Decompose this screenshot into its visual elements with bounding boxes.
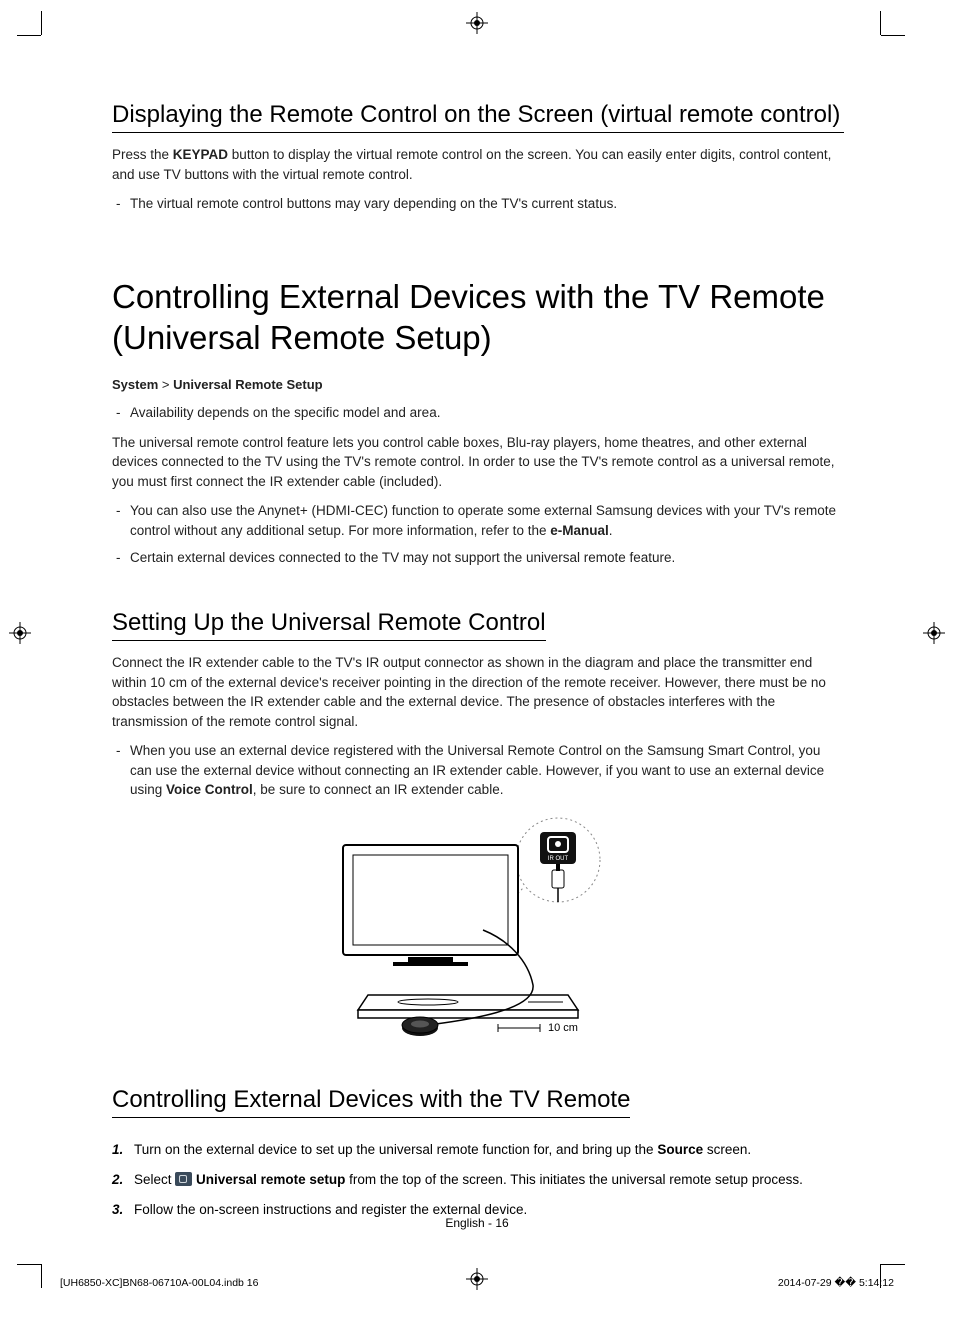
note-item: When you use an external device register… [112,741,844,800]
page-content: Displaying the Remote Control on the Scr… [112,100,844,1231]
registration-mark-icon [466,1268,488,1290]
registration-mark-icon [9,622,31,644]
ir-extender-diagram: IR OUT 10 cm [112,810,844,1055]
text: . [609,523,613,538]
keypad-label: KEYPAD [173,147,228,162]
registration-mark-icon [466,12,488,34]
page-footer-center: English - 16 [0,1216,954,1230]
crop-mark [17,35,41,36]
breadcrumb-system: System [112,377,158,392]
crop-mark [881,35,905,36]
text: from the top of the screen. This initiat… [345,1172,802,1187]
crop-mark [41,11,42,35]
note-item: You can also use the Anynet+ (HDMI-CEC) … [112,501,844,540]
breadcrumb-universal: Universal Remote Setup [173,377,323,392]
paragraph: The universal remote control feature let… [112,433,844,492]
ir-out-label: IR OUT [548,856,569,862]
text: Turn on the external device to set up th… [134,1142,657,1157]
crop-mark [880,11,881,35]
paragraph: Press the KEYPAD button to display the v… [112,145,844,184]
source-label: Source [657,1142,703,1157]
note-item: The virtual remote control buttons may v… [112,194,844,214]
page-footer-right: 2014-07-29 �� 5:14:12 [778,1277,894,1289]
registration-mark-icon [923,622,945,644]
note-item: Availability depends on the specific mod… [112,403,844,423]
universal-remote-setup-label: Universal remote setup [196,1172,345,1187]
paragraph: Connect the IR extender cable to the TV'… [112,653,844,731]
step-item: Select Universal remote setup from the t… [112,1170,844,1190]
text: Press the [112,147,173,162]
distance-label: 10 cm [548,1022,578,1034]
page-footer-left: [UH6850-XC]BN68-06710A-00L04.indb 16 [60,1277,258,1289]
heading-virtual-remote: Displaying the Remote Control on the Scr… [112,100,844,133]
heading-universal-remote-setup: Controlling External Devices with the TV… [112,276,844,359]
step-item: Turn on the external device to set up th… [112,1140,844,1160]
crop-mark [17,1264,41,1265]
emanual-label: e-Manual [550,523,609,538]
text: You can also use the Anynet+ (HDMI-CEC) … [130,503,836,538]
heading-controlling-external: Controlling External Devices with the TV… [112,1085,630,1118]
breadcrumb-sep: > [158,377,173,392]
heading-setting-up: Setting Up the Universal Remote Control [112,608,546,641]
crop-mark [881,1264,905,1265]
text: , be sure to connect an IR extender cabl… [253,782,504,797]
text: screen. [703,1142,751,1157]
text: Select [134,1172,175,1187]
universal-remote-icon [175,1172,192,1186]
crop-mark [41,1264,42,1288]
menu-path: System > Universal Remote Setup [112,376,844,395]
note-item: Certain external devices connected to th… [112,548,844,568]
voice-control-label: Voice Control [166,782,253,797]
